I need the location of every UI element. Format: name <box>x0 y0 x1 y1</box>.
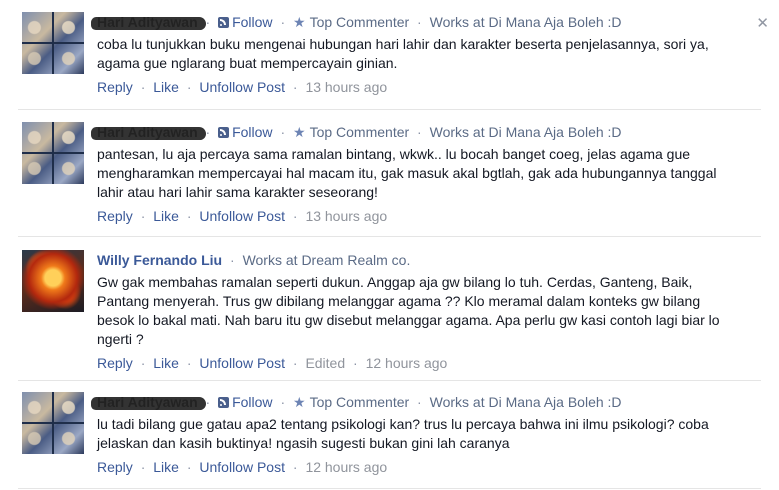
like-link[interactable]: Like <box>153 79 179 95</box>
author-name[interactable]: Hari Adityawan <box>91 392 206 412</box>
separator: · <box>205 14 211 30</box>
rss-icon <box>218 397 230 408</box>
separator: · <box>280 124 286 140</box>
separator: · <box>230 252 235 268</box>
comment-header: Hari Adityawan · Follow · ★ Top Commenter… <box>91 392 761 412</box>
separator: · <box>140 79 146 95</box>
separator: · <box>292 79 298 95</box>
like-link[interactable]: Like <box>153 459 179 475</box>
comment-text: coba lu tunjukkan buku mengenai hubungan… <box>97 36 709 71</box>
avatar[interactable] <box>22 392 84 454</box>
separator: · <box>280 394 286 410</box>
unfollow-post-link[interactable]: Unfollow Post <box>199 355 285 371</box>
separator: · <box>353 355 358 371</box>
work-place: Dream Realm co. <box>301 252 411 268</box>
reply-link[interactable]: Reply <box>97 355 133 371</box>
work-info: Works at Di Mana Aja Boleh :D <box>429 394 622 410</box>
avatar[interactable] <box>22 12 84 74</box>
unfollow-post-link[interactable]: Unfollow Post <box>199 208 285 224</box>
work-info: Works at Di Mana Aja Boleh :D <box>429 124 622 140</box>
separator: · <box>140 355 146 371</box>
work-info: Works at Di Mana Aja Boleh :D <box>429 14 622 30</box>
avatar[interactable] <box>22 122 84 184</box>
author-name[interactable]: Hari Adityawan <box>91 122 206 142</box>
timestamp[interactable]: 12 hours ago <box>305 459 387 475</box>
reply-link[interactable]: Reply <box>97 459 133 475</box>
follow-link[interactable]: Follow <box>232 394 272 410</box>
separator: · <box>140 459 146 475</box>
separator: · <box>280 14 286 30</box>
divider <box>18 488 761 489</box>
comment-actions: Reply · Like · Unfollow Post · 13 hours … <box>97 206 761 226</box>
star-icon: ★ <box>293 124 306 140</box>
author-name[interactable]: Willy Fernando Liu <box>97 250 222 270</box>
comment-body: Willy Fernando Liu · Works at Dream Real… <box>97 250 761 373</box>
author-name[interactable]: Hari Adityawan <box>91 12 206 32</box>
unfollow-post-link[interactable]: Unfollow Post <box>199 79 285 95</box>
separator: · <box>205 394 211 410</box>
follow-link[interactable]: Follow <box>232 14 272 30</box>
top-commenter-badge: Top Commenter <box>309 124 410 140</box>
edited-label[interactable]: Edited <box>305 355 345 371</box>
separator: · <box>186 355 192 371</box>
comment-actions: Reply · Like · Unfollow Post · 13 hours … <box>97 77 761 97</box>
separator: · <box>186 459 192 475</box>
star-icon: ★ <box>293 14 306 30</box>
comment-text: lu tadi bilang gue gatau apa2 tentang ps… <box>97 416 709 451</box>
reply-link[interactable]: Reply <box>97 79 133 95</box>
comment-actions: Reply · Like · Unfollow Post · Edited · … <box>97 353 761 373</box>
separator: · <box>140 208 146 224</box>
divider <box>18 109 761 110</box>
timestamp[interactable]: 12 hours ago <box>366 355 448 371</box>
separator: · <box>186 208 192 224</box>
separator: · <box>417 124 422 140</box>
timestamp[interactable]: 13 hours ago <box>305 79 387 95</box>
top-commenter-badge: Top Commenter <box>309 394 410 410</box>
like-link[interactable]: Like <box>153 208 179 224</box>
separator: · <box>292 208 298 224</box>
follow-link[interactable]: Follow <box>232 124 272 140</box>
timestamp[interactable]: 13 hours ago <box>305 208 387 224</box>
separator: · <box>186 79 192 95</box>
star-icon: ★ <box>293 394 306 410</box>
reply-link[interactable]: Reply <box>97 208 133 224</box>
separator: · <box>292 459 298 475</box>
comment-body: Hari Adityawan · Follow · ★ Top Commenter… <box>91 12 761 97</box>
comment-header: Hari Adityawan · Follow · ★ Top Commenter… <box>91 12 761 32</box>
work-prefix: Works at <box>242 252 298 268</box>
separator: · <box>205 124 211 140</box>
divider <box>18 380 761 381</box>
comment-text: Gw gak membahas ramalan seperti dukun. A… <box>97 274 720 347</box>
avatar[interactable] <box>22 250 84 312</box>
unfollow-post-link[interactable]: Unfollow Post <box>199 459 285 475</box>
rss-icon <box>218 127 230 138</box>
comment-body: Hari Adityawan · Follow · ★ Top Commenter… <box>91 392 761 477</box>
comment-header: Willy Fernando Liu · Works at Dream Real… <box>97 250 761 270</box>
comment-text: pantesan, lu aja percaya sama ramalan bi… <box>97 146 717 200</box>
top-commenter-badge: Top Commenter <box>309 14 410 30</box>
comment-actions: Reply · Like · Unfollow Post · 12 hours … <box>97 457 761 477</box>
comment-body: Hari Adityawan · Follow · ★ Top Commenter… <box>91 122 761 226</box>
separator: · <box>417 394 422 410</box>
divider <box>18 236 761 237</box>
like-link[interactable]: Like <box>153 355 179 371</box>
comment-header: Hari Adityawan · Follow · ★ Top Commenter… <box>91 122 761 142</box>
separator: · <box>292 355 298 371</box>
separator: · <box>417 14 422 30</box>
rss-icon <box>218 17 230 28</box>
